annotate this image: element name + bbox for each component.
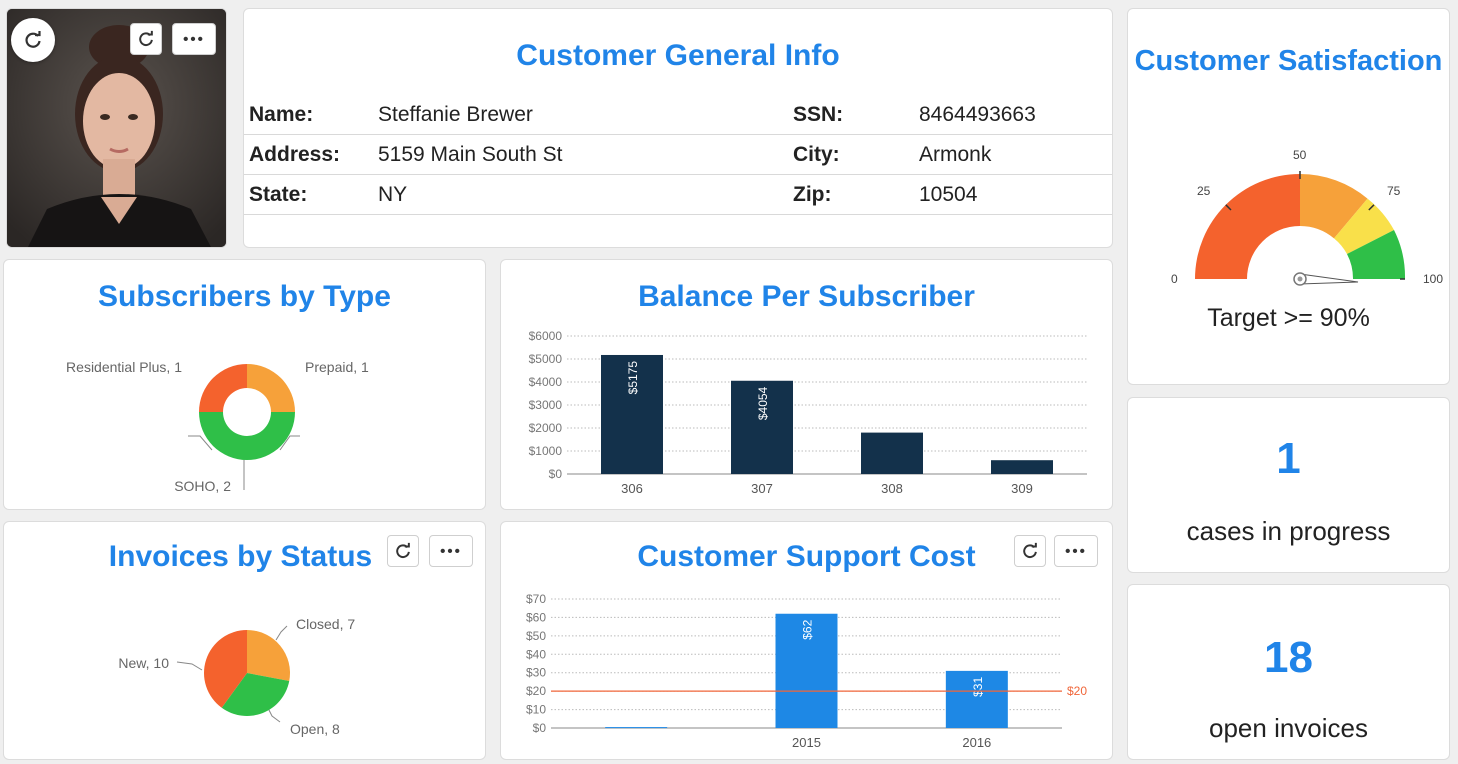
subs-label-residential: Residential Plus, 1: [66, 359, 182, 375]
y-tick-label: $40: [526, 647, 546, 661]
x-tick-label: 307: [751, 481, 773, 496]
y-tick-label: $6000: [529, 329, 563, 343]
subs-slice-prepaid[interactable]: [247, 364, 295, 412]
open-invoices-caption: open invoices: [1209, 713, 1368, 743]
refresh-icon: [25, 31, 41, 48]
info-row-name: Name: Steffanie Brewer SSN: 8464493663: [244, 95, 1112, 135]
cases-card: 1 cases in progress: [1127, 397, 1450, 573]
subscribers-donut-chart: Residential Plus, 1 Prepaid, 1 SOHO, 2: [66, 359, 369, 494]
y-tick-label: $0: [549, 467, 563, 481]
ssn-value: 8464493663: [919, 103, 1036, 126]
subs-slice-residential-plus[interactable]: [199, 364, 247, 412]
y-tick-label: $2000: [529, 421, 563, 435]
y-tick-label: $0: [533, 721, 547, 735]
gauge-tick-75: 75: [1387, 184, 1401, 198]
refresh-icon: [139, 30, 153, 47]
y-tick-label: $3000: [529, 398, 563, 412]
ssn-label: SSN:: [793, 103, 844, 126]
cases-count: 1: [1276, 434, 1301, 483]
gauge-tick-25: 25: [1197, 184, 1211, 198]
general-info-title: Customer General Info: [516, 39, 840, 72]
threshold-label: $20: [1067, 684, 1087, 698]
zip-value: 10504: [919, 183, 978, 206]
bar-308[interactable]: [861, 432, 923, 474]
y-tick-label: $4000: [529, 375, 563, 389]
x-tick-label: 306: [621, 481, 643, 496]
y-tick-label: $20: [526, 684, 546, 698]
name-label: Name:: [249, 103, 314, 126]
subscribers-card: Subscribers by Type Residential Plus, 1 …: [3, 259, 486, 510]
general-info-card: Customer General Info Name: Steffanie Br…: [243, 8, 1113, 248]
city-value: Armonk: [919, 143, 992, 166]
state-label: State:: [249, 183, 308, 206]
x-tick-label: 309: [1011, 481, 1033, 496]
city-label: City:: [793, 143, 840, 166]
bar-309[interactable]: [991, 460, 1053, 474]
name-value: Steffanie Brewer: [378, 103, 533, 126]
bar-value-label: $5175: [626, 361, 640, 395]
customer-photo-card: •••: [6, 8, 227, 248]
more-icon: •••: [183, 30, 205, 48]
info-row-state: State: NY Zip: 10504: [244, 175, 1112, 215]
bar-blank[interactable]: [605, 727, 668, 729]
inv-label-closed: Closed, 7: [296, 616, 355, 632]
balance-bar-chart: $6000 $5000 $4000 $3000 $2000 $1000 $0 306 $5175…: [529, 329, 1087, 496]
subscribers-title: Subscribers by Type: [98, 280, 391, 313]
gauge-tick-100: 100: [1423, 272, 1443, 286]
satisfaction-title: Customer Satisfaction: [1134, 45, 1443, 77]
balance-title: Balance Per Subscriber: [638, 280, 975, 313]
y-tick-label: $50: [526, 629, 546, 643]
bar-value-label: $4054: [756, 386, 770, 420]
support-cost-card: Customer Support Cost ••• $70 $60 $50 $40 $3…: [500, 521, 1113, 760]
address-value: 5159 Main South St: [378, 143, 563, 166]
inv-label-new: New, 10: [118, 655, 169, 671]
gauge-band-low: [1195, 174, 1300, 279]
satisfaction-gauge: 0 25 50 75 100: [1171, 148, 1443, 286]
info-row-address: Address: 5159 Main South St City: Armonk: [244, 135, 1112, 175]
x-tick-label: 2015: [792, 735, 821, 750]
open-invoices-count: 18: [1264, 633, 1313, 682]
balance-card: Balance Per Subscriber $6000 $5000 $4000 $3…: [500, 259, 1113, 510]
y-tick-label: $70: [526, 592, 546, 606]
gauge-tick-50: 50: [1293, 148, 1307, 162]
photo-more-button[interactable]: •••: [172, 23, 216, 55]
address-label: Address:: [249, 143, 341, 166]
photo-refresh-button[interactable]: [11, 18, 55, 62]
y-tick-label: $5000: [529, 352, 563, 366]
support-refresh-button[interactable]: [1014, 535, 1046, 567]
refresh-icon: [396, 542, 410, 559]
subs-slice-soho[interactable]: [199, 412, 295, 460]
cases-caption: cases in progress: [1186, 516, 1391, 546]
satisfaction-card: Customer Satisfaction 0 25 50 75 100 Tar…: [1127, 8, 1450, 385]
y-tick-label: $60: [526, 610, 546, 624]
x-tick-label: 2016: [962, 735, 991, 750]
satisfaction-target-text: Target >= 90%: [1207, 304, 1370, 332]
support-cost-bar-chart: $70 $60 $50 $40 $30 $20 $10 $0 2015 $62 2016 $31 $20: [526, 592, 1087, 750]
more-icon: •••: [1065, 542, 1087, 560]
invoices-more-button[interactable]: •••: [429, 535, 473, 567]
zip-label: Zip:: [793, 183, 832, 206]
photo-reload-button[interactable]: [130, 23, 162, 55]
gauge-tick-0: 0: [1171, 272, 1178, 286]
more-icon: •••: [440, 542, 462, 560]
y-tick-label: $30: [526, 666, 546, 680]
inv-slice-closed[interactable]: [247, 630, 290, 682]
bar-value-label: $31: [971, 677, 985, 697]
x-tick-label: 308: [881, 481, 903, 496]
subs-label-prepaid: Prepaid, 1: [305, 359, 369, 375]
gauge-needle: [1299, 273, 1359, 285]
support-more-button[interactable]: •••: [1054, 535, 1098, 567]
open-invoices-card: 18 open invoices: [1127, 584, 1450, 760]
bar-value-label: $62: [801, 619, 815, 639]
invoices-status-card: Invoices by Status ••• Closed, 7 New, 10…: [3, 521, 486, 760]
refresh-icon: [1023, 542, 1037, 559]
y-tick-label: $10: [526, 703, 546, 717]
inv-label-open: Open, 8: [290, 721, 340, 737]
y-tick-label: $1000: [529, 444, 563, 458]
invoices-refresh-button[interactable]: [387, 535, 419, 567]
state-value: NY: [378, 183, 408, 206]
subs-label-soho: SOHO, 2: [174, 478, 231, 494]
invoices-pie-chart: Closed, 7 New, 10 Open, 8: [118, 616, 355, 737]
